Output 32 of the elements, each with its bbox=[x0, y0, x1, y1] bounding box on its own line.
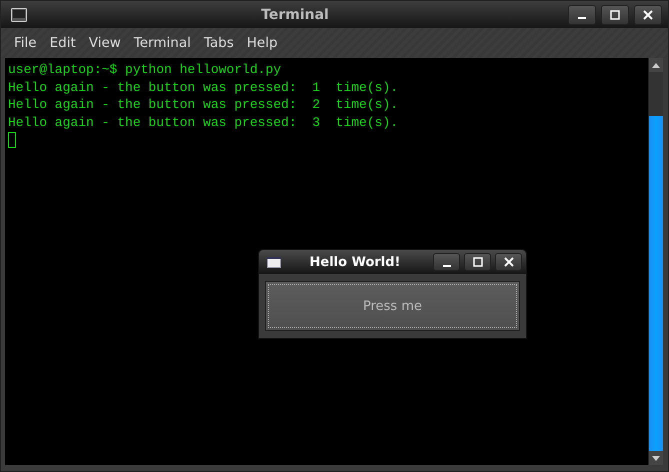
maximize-icon bbox=[472, 257, 482, 267]
terminal-line: user@laptop:~$ python helloworld.py bbox=[8, 61, 282, 78]
close-icon bbox=[643, 10, 653, 20]
minimize-icon bbox=[442, 264, 450, 266]
maximize-button[interactable] bbox=[601, 4, 629, 24]
menu-item[interactable]: Help bbox=[240, 35, 284, 51]
window-icon bbox=[267, 256, 281, 268]
minimize-button[interactable] bbox=[433, 253, 460, 271]
menu-item[interactable]: Edit bbox=[42, 35, 82, 51]
close-icon bbox=[504, 257, 514, 267]
press-me-button[interactable]: Press me bbox=[265, 281, 520, 331]
scrollbar-thumb[interactable] bbox=[649, 116, 663, 451]
scroll-down-icon[interactable] bbox=[652, 456, 660, 460]
window-title: Terminal bbox=[260, 6, 330, 22]
terminal-icon bbox=[11, 8, 27, 22]
menu-item[interactable]: File bbox=[7, 35, 43, 51]
terminal-line: Hello again - the button was pressed: 1 time(s). bbox=[8, 78, 400, 96]
terminal-line: Hello again - the button was pressed: 2 time(s). bbox=[8, 96, 400, 114]
close-button[interactable] bbox=[634, 4, 662, 24]
maximize-icon bbox=[610, 10, 620, 20]
minimize-icon bbox=[578, 17, 586, 19]
maximize-button[interactable] bbox=[464, 253, 491, 271]
close-button[interactable] bbox=[495, 253, 522, 271]
scrollbar[interactable] bbox=[648, 58, 663, 465]
menu-item[interactable]: Terminal bbox=[126, 35, 197, 51]
terminal-line: Hello again - the button was pressed: 3 time(s). bbox=[8, 114, 400, 131]
menu-item[interactable]: View bbox=[82, 35, 127, 51]
dialog-title: Hello World! bbox=[308, 254, 402, 270]
scroll-up-icon[interactable] bbox=[652, 62, 660, 68]
minimize-button[interactable] bbox=[568, 4, 596, 24]
text-cursor bbox=[8, 132, 16, 148]
menu-item[interactable]: Tabs bbox=[196, 35, 240, 51]
